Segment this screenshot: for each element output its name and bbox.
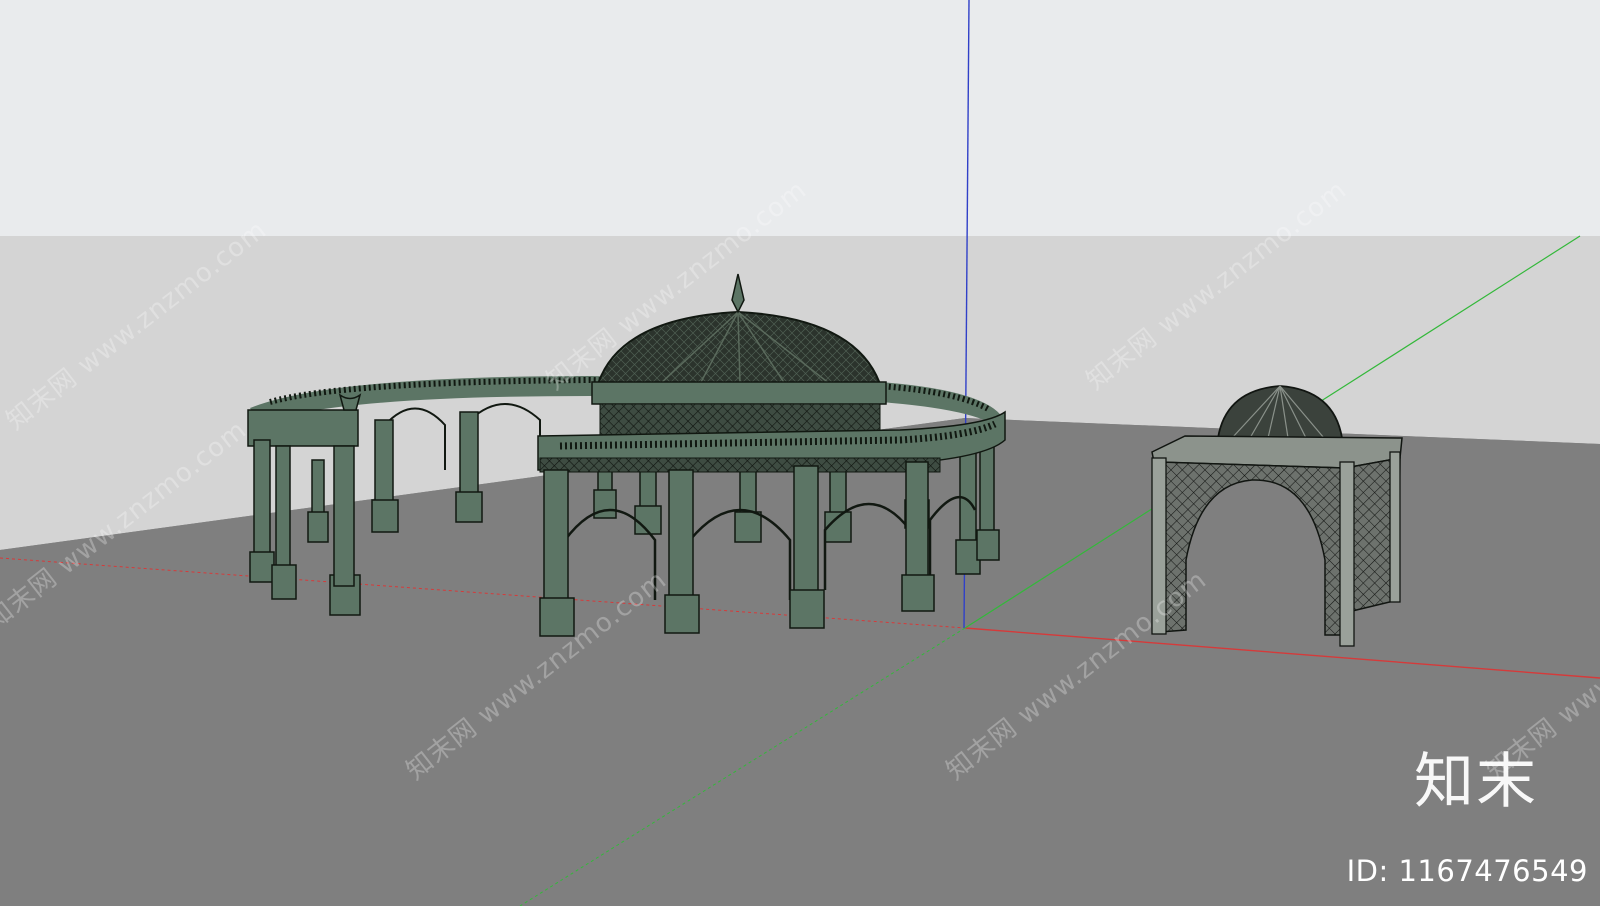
model-id-label: ID: 1167476549: [1346, 854, 1588, 888]
watermark-logo: 知末: [1414, 747, 1538, 817]
dome-drum: [591, 381, 887, 405]
3d-scene[interactable]: [0, 0, 1600, 906]
sketchup-viewport[interactable]: 知末网 www.znzmo.com 知末网 www.znzmo.com 知末网 ww…: [0, 0, 1600, 906]
front-beam-lattice: [539, 457, 941, 473]
